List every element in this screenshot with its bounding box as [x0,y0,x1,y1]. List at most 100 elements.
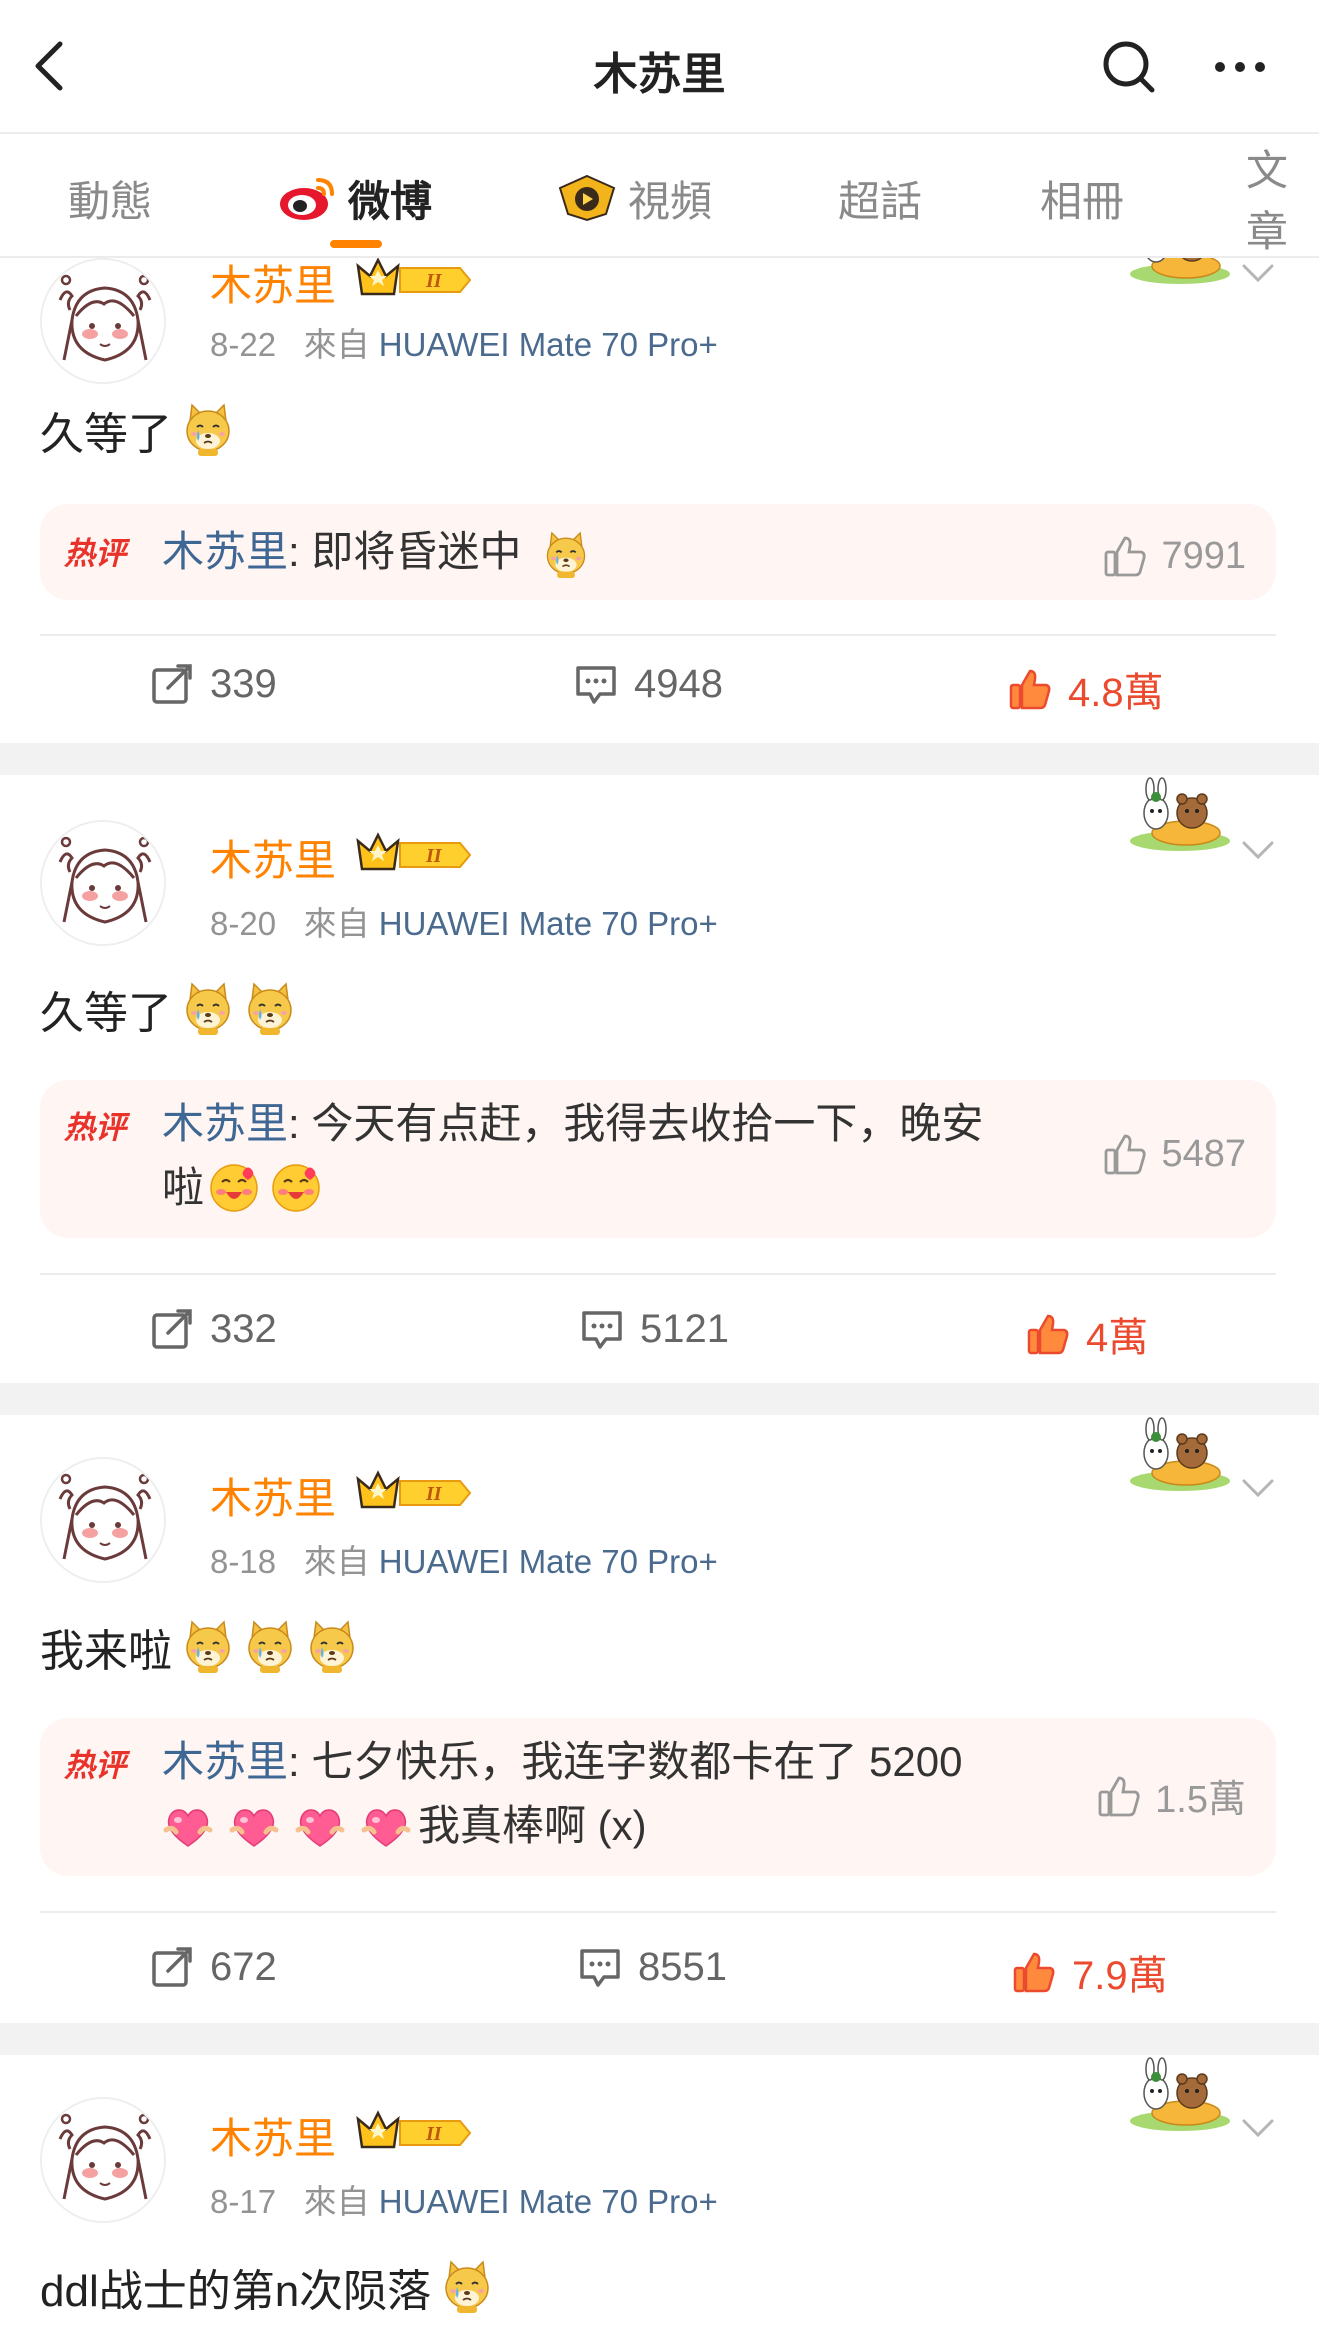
username[interactable]: 木苏里 [210,827,336,888]
divider [40,1911,1276,1913]
post-card[interactable]: 木苏里 8-17 來自 HUAWEI Mate 70 Pro+ ddl战士的第n… [0,2055,1319,2343]
vip-crown-icon[interactable] [356,258,472,300]
comment-count: 4948 [634,661,723,706]
hot-comment-like[interactable]: 7991 [1101,532,1246,580]
like-icon [1006,665,1054,713]
comment-icon [576,1943,624,1991]
like-icon [1010,1948,1058,1996]
hot-comment-text: 木苏里: 即将昏迷中 [162,520,1092,584]
tab-super-topics[interactable]: 超話 [838,168,922,228]
hot-comment-badge-icon [64,1106,142,1144]
hot-comment-content: : 今天有点赶，我得去收拾一下，晚安 [288,1100,984,1147]
username[interactable]: 木苏里 [210,258,336,313]
divider [40,634,1276,636]
hot-comment-user[interactable]: 木苏里 [162,528,288,575]
tab-label: 相冊 [1040,177,1125,225]
heart-hug-emoji-icon [294,1800,346,1852]
card-decoration-icon [1128,2055,1232,2135]
dog-tear-emoji-icon [182,1620,234,1674]
like-button[interactable]: 4.8萬 [1006,660,1164,718]
more-icon[interactable] [1210,52,1270,82]
tab-label: 微博 [348,177,433,225]
hot-comment-user[interactable]: 木苏里 [162,1100,288,1147]
kiss-emoji-icon [208,1162,260,1214]
post-date: 8-17 [210,2183,277,2220]
repost-icon [148,1943,196,1991]
like-count: 4萬 [1086,1316,1149,1360]
repost-count: 332 [210,1306,277,1351]
tab-weibo[interactable]: 微博 [276,168,432,228]
dog-tear-emoji-icon [244,982,296,1036]
tab-albums[interactable]: 相冊 [1040,168,1124,228]
comment-button[interactable]: 5121 [578,1305,729,1353]
post-text: 我来啦 [40,1615,358,1679]
post-source[interactable]: HUAWEI Mate 70 Pro+ [379,905,718,942]
like-button[interactable]: 4萬 [1024,1305,1148,1363]
hot-comment-like-count: 1.5萬 [1155,1779,1246,1821]
post-card[interactable]: 木苏里 8-22 來自 HUAWEI Mate 70 Pro+ 久等了 木苏里:… [0,258,1319,743]
hot-comment-badge-icon [64,1744,142,1782]
like-button[interactable]: 7.9萬 [1010,1943,1168,2001]
tab-articles[interactable]: 文章 [1246,147,1319,255]
hot-comment-content: : 即将昏迷中 [288,528,522,575]
active-tab-indicator [330,240,382,248]
chevron-down-icon[interactable] [1238,2113,1278,2143]
chevron-down-icon[interactable] [1238,258,1278,288]
post-text-content: 我来啦 [40,1627,172,1676]
username[interactable]: 木苏里 [210,1465,336,1526]
post-card[interactable]: 木苏里 8-18 來自 HUAWEI Mate 70 Pro+ 我来啦 木苏里:… [0,1415,1319,2023]
hot-comment-like[interactable]: 1.5萬 [1095,1768,1246,1823]
post-date: 8-22 [210,326,277,363]
hot-comment-user[interactable]: 木苏里 [162,1738,288,1785]
post-date: 8-18 [210,1543,277,1580]
comment-button[interactable]: 8551 [576,1943,727,1991]
post-source[interactable]: HUAWEI Mate 70 Pro+ [379,1543,718,1580]
tab-label: 動態 [68,177,153,225]
repost-count: 339 [210,661,277,706]
tab-dynamics[interactable]: 動態 [68,168,152,228]
post-card[interactable]: 木苏里 8-20 來自 HUAWEI Mate 70 Pro+ 久等了 木苏里:… [0,775,1319,1383]
hot-comment-like[interactable]: 5487 [1101,1130,1246,1178]
comment-button[interactable]: 4948 [572,660,723,708]
hot-comment[interactable]: 木苏里: 七夕快乐，我连字数都卡在了 5200 我真棒啊 (x) 1.5萬 [40,1718,1276,1876]
repost-button[interactable]: 332 [148,1305,277,1353]
chevron-down-icon[interactable] [1238,1473,1278,1503]
post-meta: 8-20 來自 HUAWEI Mate 70 Pro+ [210,897,718,945]
tab-videos[interactable]: 視頻 [556,168,712,228]
avatar[interactable] [40,258,166,384]
comment-icon [572,660,620,708]
tab-label: 視頻 [628,177,713,225]
comment-count: 5121 [640,1306,729,1351]
weibo-logo-icon [280,178,334,220]
vip-crown-icon[interactable] [356,2109,472,2153]
avatar[interactable] [40,2097,166,2223]
source-prefix: 來自 [303,905,370,942]
vip-crown-icon[interactable] [356,1469,472,1513]
username[interactable]: 木苏里 [210,2105,336,2166]
card-decoration-icon [1128,258,1232,288]
post-meta: 8-17 來自 HUAWEI Mate 70 Pro+ [210,2175,718,2223]
hot-comment[interactable]: 木苏里: 今天有点赶，我得去收拾一下，晚安 啦 5487 [40,1080,1276,1238]
avatar[interactable] [40,820,166,946]
like-count: 7.9萬 [1072,1954,1168,1998]
search-icon[interactable] [1100,38,1158,96]
chevron-down-icon[interactable] [1238,835,1278,865]
avatar[interactable] [40,1457,166,1583]
repost-icon [148,660,196,708]
top-bar: 木苏里 [0,0,1319,134]
like-icon [1024,1310,1072,1358]
dog-tear-emoji-icon [244,1620,296,1674]
post-text-content: 久等了 [40,410,172,459]
post-date: 8-20 [210,905,277,942]
post-text: ddl战士的第n次陨落 [40,2255,493,2319]
post-text: 久等了 [40,977,296,1041]
post-source[interactable]: HUAWEI Mate 70 Pro+ [379,326,718,363]
vip-crown-icon[interactable] [356,831,472,875]
repost-button[interactable]: 339 [148,660,277,708]
hot-comment[interactable]: 木苏里: 即将昏迷中 7991 [40,504,1276,600]
repost-count: 672 [210,1944,277,1989]
post-source[interactable]: HUAWEI Mate 70 Pro+ [379,2183,718,2220]
card-separator [0,743,1319,775]
repost-button[interactable]: 672 [148,1943,277,1991]
dog-tear-emoji-icon [543,531,589,579]
